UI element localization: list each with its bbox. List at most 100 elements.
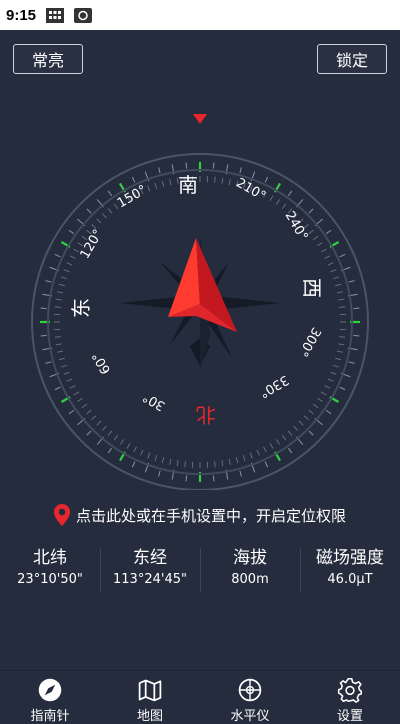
cardinal-east: 东 [69,298,93,318]
nav-label-map: 地图 [137,705,163,724]
compass-inner-tick [276,200,279,205]
compass-inner-tick [328,379,333,381]
compass-inner-tick [57,351,63,352]
compass-tick [213,163,214,169]
bottom-nav: 指南针 地图 水平仪 设置 [0,670,400,724]
stat-label-longitude: 东经 [100,543,200,571]
compass-tick [186,475,187,481]
compass-tick [326,230,331,233]
compass-inner-tick [148,186,150,192]
compass-inner-tick [87,410,92,414]
compass-inner-tick [335,358,341,360]
compass-inner-tick [276,439,279,444]
lock-button[interactable]: 锁定 [317,44,387,74]
heading-indicator-icon [193,114,207,124]
compass-inner-tick [82,404,87,408]
compass-inner-tick [304,416,308,420]
stats-divider [300,548,301,592]
compass-inner-tick [55,307,61,308]
nav-label-compass: 指南针 [30,705,69,724]
compass-inner-tick [141,450,143,455]
compass-tick [87,209,91,213]
compass-inner-tick [294,426,298,430]
compass-tick [349,362,355,364]
compass-inner-tick [299,421,303,425]
status-bar: 9:15 [0,0,400,30]
stat-label-magnetic-field: 磁场强度 [300,543,400,571]
compass-inner-tick [108,209,112,214]
nav-item-level[interactable]: 水平仪 [200,671,300,724]
compass-inner-tick [67,379,72,381]
compass-inner-tick [338,344,344,345]
gear-icon [335,677,365,703]
compass-tick [69,230,74,233]
stat-value-latitude: 23°10'50" [0,572,100,594]
compass-inner-tick [333,277,339,279]
compass-inner-tick [55,337,61,338]
compass-inner-tick [67,263,72,265]
compass-tick [87,431,91,435]
compass-inner-tick [339,307,345,308]
compass-inner-tick [264,447,267,452]
compass-dial: 南 西 北 东 210° 240° 300° 330° 30° 60° 120°… [0,100,400,490]
nav-item-map[interactable]: 地图 [100,671,200,724]
compass-inner-tick [177,460,178,466]
compass-inner-tick [61,277,67,279]
compass-tick [41,308,47,309]
compass-inner-tick [309,410,314,414]
compass-inner-tick [59,284,65,286]
compass-inner-tick [97,219,101,223]
compass-inner-tick [328,263,333,265]
degree-label-300: 300° [295,324,324,359]
nav-item-compass[interactable]: 指南针 [0,671,100,724]
compass-tick [309,209,313,213]
cardinal-west: 西 [300,278,324,298]
nav-item-settings[interactable]: 设置 [300,671,400,724]
compass-inner-tick [155,183,157,189]
compass-inner-tick [337,292,343,293]
cardinal-north: 北 [196,403,216,427]
compass-inner-tick [215,461,216,467]
location-permission-prompt[interactable]: 点击此处或在手机设置中，开启定位权限 [0,503,400,527]
compass-inner-tick [70,386,75,389]
compass-tick [69,410,74,413]
compass-inner-tick [313,404,318,408]
compass-inner-tick [229,459,230,465]
compass-inner-tick [70,256,75,259]
grid-notification-icon [46,8,64,23]
level-icon [235,677,265,703]
compass-inner-tick [56,299,62,300]
compass-tick [240,471,242,477]
compass-tick [159,167,161,173]
compass-inner-tick [321,249,326,252]
compass-inner-tick [270,196,273,201]
compass-inner-tick [155,455,157,461]
compass-inner-tick [317,398,322,401]
compass-inner-tick [134,447,137,452]
always-on-button[interactable]: 常亮 [13,44,83,74]
map-icon [135,677,165,703]
compass-inner-tick [250,453,252,459]
compass-inner-tick [185,461,186,467]
degree-label-60: 60° [90,349,115,376]
compass-inner-tick [61,365,67,367]
compass-needle [168,238,237,332]
compass-inner-tick [120,439,123,444]
compass-tick [340,254,345,257]
location-prompt-text: 点击此处或在手机设置中，开启定位权限 [76,505,346,526]
compass-inner-tick [97,421,101,425]
compass-inner-tick [325,386,330,389]
compass-inner-tick [92,416,96,420]
compass-tick [288,191,291,196]
compass-inner-tick [57,292,63,293]
compass-tick [132,177,135,182]
compass-inner-tick [282,435,286,440]
compass-inner-tick [257,450,259,455]
compass-tick [186,163,187,169]
stats-divider [200,548,201,592]
compass-inner-tick [170,179,171,185]
compass-tick [108,191,111,196]
compass-inner-tick [78,398,83,401]
compass-inner-tick [339,337,345,338]
compass-inner-tick [108,431,112,436]
